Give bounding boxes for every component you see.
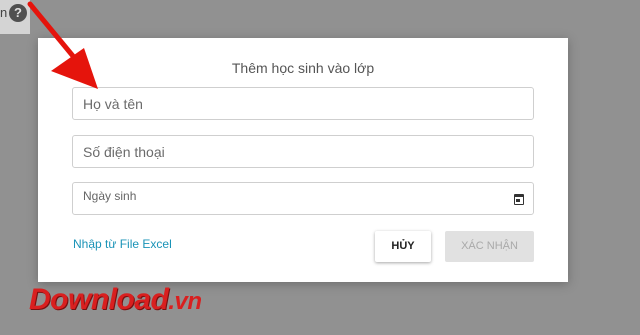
phone-field[interactable]: Số điện thoại xyxy=(72,135,534,168)
watermark-main: Download xyxy=(29,283,169,316)
watermark-logo: Download.vn xyxy=(29,283,202,317)
fullname-field[interactable]: Họ và tên xyxy=(72,87,534,120)
birthdate-placeholder: Ngày sinh xyxy=(83,189,137,203)
birthdate-field[interactable]: Ngày sinh xyxy=(72,182,534,215)
calendar-icon[interactable] xyxy=(514,194,524,205)
phone-placeholder: Số điện thoại xyxy=(83,144,165,160)
watermark-tld: .vn xyxy=(168,288,202,315)
cancel-button[interactable]: HỦY xyxy=(375,231,431,262)
pointer-arrow-icon xyxy=(27,1,98,89)
confirm-button[interactable]: XÁC NHẬN xyxy=(445,231,534,262)
import-excel-link[interactable]: Nhập từ File Excel xyxy=(73,237,172,251)
